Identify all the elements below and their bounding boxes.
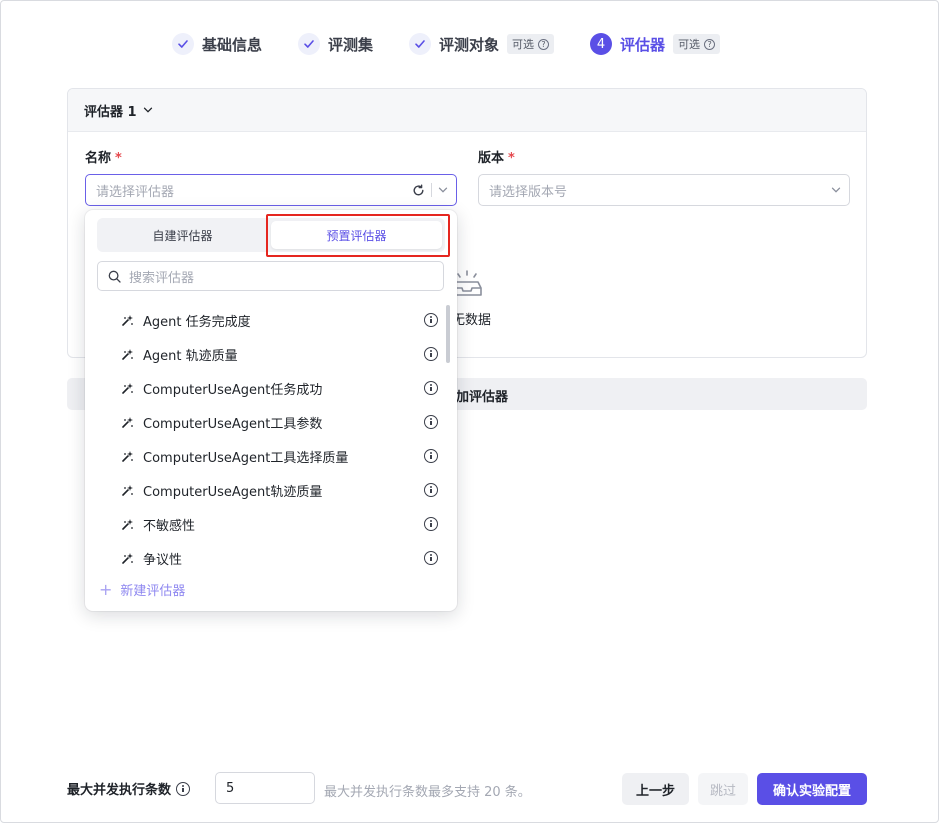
concurrency-value: 5 [226, 780, 235, 796]
question-icon: ? [704, 38, 716, 50]
list-item[interactable]: ComputerUseAgent轨迹质量 [85, 473, 457, 507]
concurrency-input[interactable]: 5 [215, 772, 315, 804]
step-label: 基础信息 [202, 35, 263, 54]
no-data-text: 无数据 [452, 313, 492, 328]
list-item-label: ComputerUseAgent任务成功 [143, 382, 323, 398]
info-icon[interactable] [424, 449, 438, 463]
list-item[interactable]: ComputerUseAgent工具参数 [85, 405, 457, 439]
new-evaluator-label: 新建评估器 [120, 584, 186, 599]
add-evaluator-label: 加评估器 [456, 390, 509, 405]
sparkle-icon [122, 519, 133, 530]
skip-button[interactable]: 跳过 [698, 773, 748, 805]
evaluator-dropdown: 自建评估器 预置评估器 搜索评估器 Agent 任务完成度 Agent 轨迹质量… [85, 210, 457, 611]
chevron-down-icon [831, 187, 841, 193]
info-icon[interactable] [176, 781, 191, 796]
name-field-label: 名称 * [85, 147, 122, 166]
evaluator-card-header[interactable]: 评估器 1 [68, 89, 866, 132]
tab-custom-evaluator[interactable]: 自建评估器 [97, 218, 268, 252]
list-item[interactable]: 不敏感性 [85, 507, 457, 541]
version-field-label: 版本 * [478, 147, 515, 166]
evaluator-name-select[interactable]: 请选择评估器 [85, 174, 457, 206]
list-item[interactable]: 争议性 [85, 541, 457, 575]
list-item[interactable]: Agent 任务完成度 [85, 303, 457, 337]
chevron-down-icon [143, 107, 152, 113]
info-icon[interactable] [424, 517, 438, 531]
version-label-text: 版本 [478, 151, 505, 166]
plus-icon: + [99, 580, 113, 599]
list-item[interactable]: Agent 轨迹质量 [85, 337, 457, 371]
sparkle-icon [122, 451, 133, 462]
list-item-label: Agent 任务完成度 [143, 314, 251, 330]
step-label: 评估器 [620, 35, 666, 54]
sparkle-icon [122, 315, 133, 326]
search-icon [108, 270, 121, 283]
info-icon[interactable] [424, 313, 438, 327]
evaluator-name-placeholder: 请选择评估器 [96, 184, 175, 200]
evaluator-title: 评估器 1 [84, 104, 137, 120]
check-icon [298, 33, 321, 55]
step-evaluator[interactable]: 4 评估器 可选? [590, 33, 721, 55]
step-label: 评测集 [328, 35, 374, 54]
divider [431, 183, 432, 197]
version-select[interactable]: 请选择版本号 [478, 174, 850, 206]
optional-badge: 可选? [507, 34, 555, 54]
sparkle-icon [122, 383, 133, 394]
info-icon[interactable] [424, 551, 438, 565]
list-item-label: 不敏感性 [143, 518, 196, 534]
required-mark: * [508, 151, 515, 166]
step-basic-info[interactable]: 基础信息 [172, 33, 262, 55]
stepper: 基础信息 评测集 评测对象 可选? 4 评估器 可选? [172, 32, 756, 56]
prev-step-button[interactable]: 上一步 [622, 773, 689, 805]
list-item-label: 争议性 [143, 552, 183, 568]
search-placeholder: 搜索评估器 [129, 270, 195, 286]
highlight-box [266, 214, 450, 257]
check-icon [409, 33, 432, 55]
required-mark: * [115, 151, 122, 166]
optional-badge: 可选? [673, 34, 721, 54]
info-icon[interactable] [424, 415, 438, 429]
scrollbar[interactable] [446, 305, 450, 363]
name-label-text: 名称 [85, 151, 112, 166]
step-eval-target[interactable]: 评测对象 可选? [409, 33, 555, 55]
step-number: 4 [590, 33, 613, 55]
evaluator-list: Agent 任务完成度 Agent 轨迹质量 ComputerUseAgent任… [85, 303, 457, 575]
list-item-label: ComputerUseAgent轨迹质量 [143, 484, 323, 500]
info-icon[interactable] [424, 381, 438, 395]
sparkle-icon [122, 485, 133, 496]
confirm-config-button[interactable]: 确认实验配置 [757, 773, 867, 805]
info-icon[interactable] [424, 483, 438, 497]
refresh-icon[interactable] [412, 184, 425, 197]
step-label: 评测对象 [439, 35, 500, 54]
optional-badge-text: 可选 [512, 38, 535, 51]
sparkle-icon [122, 553, 133, 564]
chevron-down-icon [438, 187, 448, 193]
list-item-label: Agent 轨迹质量 [143, 348, 238, 364]
new-evaluator-button[interactable]: + 新建评估器 [99, 580, 185, 599]
sparkle-icon [122, 417, 133, 428]
list-item[interactable]: ComputerUseAgent工具选择质量 [85, 439, 457, 473]
sparkle-icon [122, 349, 133, 360]
list-item[interactable]: ComputerUseAgent任务成功 [85, 371, 457, 405]
version-placeholder: 请选择版本号 [489, 184, 568, 200]
info-icon[interactable] [424, 347, 438, 361]
concurrency-hint: 最大并发执行条数最多支持 20 条。 [324, 785, 531, 800]
optional-badge-text: 可选 [678, 38, 701, 51]
question-icon: ? [538, 38, 550, 50]
list-item-label: ComputerUseAgent工具选择质量 [143, 450, 349, 466]
evaluator-search-input[interactable]: 搜索评估器 [97, 261, 444, 291]
concurrency-label: 最大并发执行条数 [67, 779, 191, 798]
list-item-label: ComputerUseAgent工具参数 [143, 416, 323, 432]
concurrency-label-text: 最大并发执行条数 [67, 783, 172, 798]
check-icon [172, 33, 194, 55]
step-eval-set[interactable]: 评测集 [298, 33, 373, 55]
